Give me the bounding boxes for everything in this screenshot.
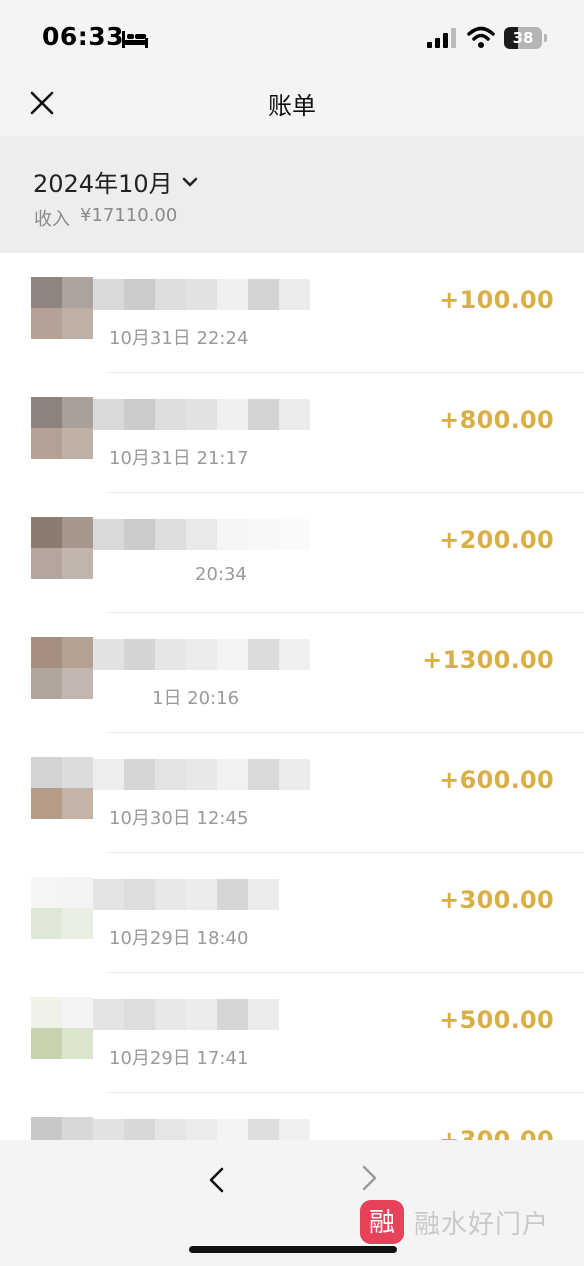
battery-indicator: 38: [504, 27, 548, 49]
status-bar: 06:33 38: [0, 0, 584, 70]
avatar: [31, 517, 93, 579]
transaction-time: 10月31日 21:17: [109, 448, 249, 469]
avatar: [31, 757, 93, 819]
battery-level: 38: [512, 29, 534, 47]
transaction-amount: +100.00: [439, 286, 554, 314]
redacted-name: [93, 519, 310, 550]
transaction-amount: +300.00: [439, 886, 554, 914]
status-time: 06:33: [42, 22, 125, 51]
income-label: 收入: [34, 209, 70, 230]
transaction-row[interactable]: 20:34 +200.00: [0, 493, 584, 613]
transaction-row[interactable]: 1日 20:16 +1300.00: [0, 613, 584, 733]
transaction-amount: +1300.00: [422, 646, 554, 674]
redacted-name: [93, 879, 279, 910]
page-title: 账单: [268, 92, 316, 120]
watermark: 融 融水好门户: [360, 1200, 549, 1244]
avatar: [31, 877, 93, 939]
transaction-time: 20:34: [195, 564, 247, 585]
transaction-time: 1日 20:16: [152, 688, 240, 709]
avatar: [31, 397, 93, 459]
transaction-amount: +600.00: [439, 766, 554, 794]
back-arrow-icon[interactable]: [205, 1166, 229, 1194]
chevron-down-icon: [182, 177, 197, 186]
transaction-amount: +500.00: [439, 1006, 554, 1034]
avatar: [31, 277, 93, 339]
transaction-amount: +800.00: [439, 406, 554, 434]
transaction-row[interactable]: 10月31日 22:24 +100.00: [0, 253, 584, 373]
transaction-row[interactable]: 10月31日 21:17 +800.00: [0, 373, 584, 493]
transaction-time: 10月30日 12:45: [109, 808, 249, 829]
transaction-amount: +200.00: [439, 526, 554, 554]
month-summary: 2024年10月 收入 ¥17110.00: [0, 136, 584, 253]
redacted-name: [93, 999, 279, 1030]
income-value: ¥17110.00: [80, 205, 178, 226]
transaction-row[interactable]: 10月30日 12:45 +600.00: [0, 733, 584, 853]
avatar: [31, 637, 93, 699]
cellular-signal-icon: [427, 28, 456, 48]
income-summary: 收入 ¥17110.00: [34, 205, 177, 231]
forward-arrow-icon[interactable]: [357, 1164, 381, 1192]
svg-text:融: 融: [369, 1208, 395, 1238]
watermark-logo: 融: [360, 1200, 404, 1244]
redacted-name: [93, 759, 310, 790]
transaction-list: 10月31日 22:24 +100.00 10月31日 21:17 +800.0…: [0, 253, 584, 1213]
transaction-row[interactable]: 10月29日 18:40 +300.00: [0, 853, 584, 973]
wifi-icon: [467, 26, 495, 48]
redacted-name: [93, 399, 310, 430]
watermark-text: 融水好门户: [414, 1209, 550, 1240]
month-picker[interactable]: 2024年10月: [33, 164, 201, 199]
home-indicator: [189, 1246, 397, 1253]
transaction-time: 10月31日 22:24: [109, 328, 249, 349]
month-label: 2024年10月: [33, 170, 173, 198]
transaction-row[interactable]: 10月29日 17:41 +500.00: [0, 973, 584, 1093]
redacted-name: [93, 639, 310, 670]
avatar: [31, 997, 93, 1059]
transaction-time: 10月29日 17:41: [109, 1048, 249, 1069]
nav-bar: 账单: [0, 70, 584, 136]
bed-icon: [122, 31, 148, 48]
redacted-name: [93, 279, 310, 310]
transaction-time: 10月29日 18:40: [109, 928, 249, 949]
